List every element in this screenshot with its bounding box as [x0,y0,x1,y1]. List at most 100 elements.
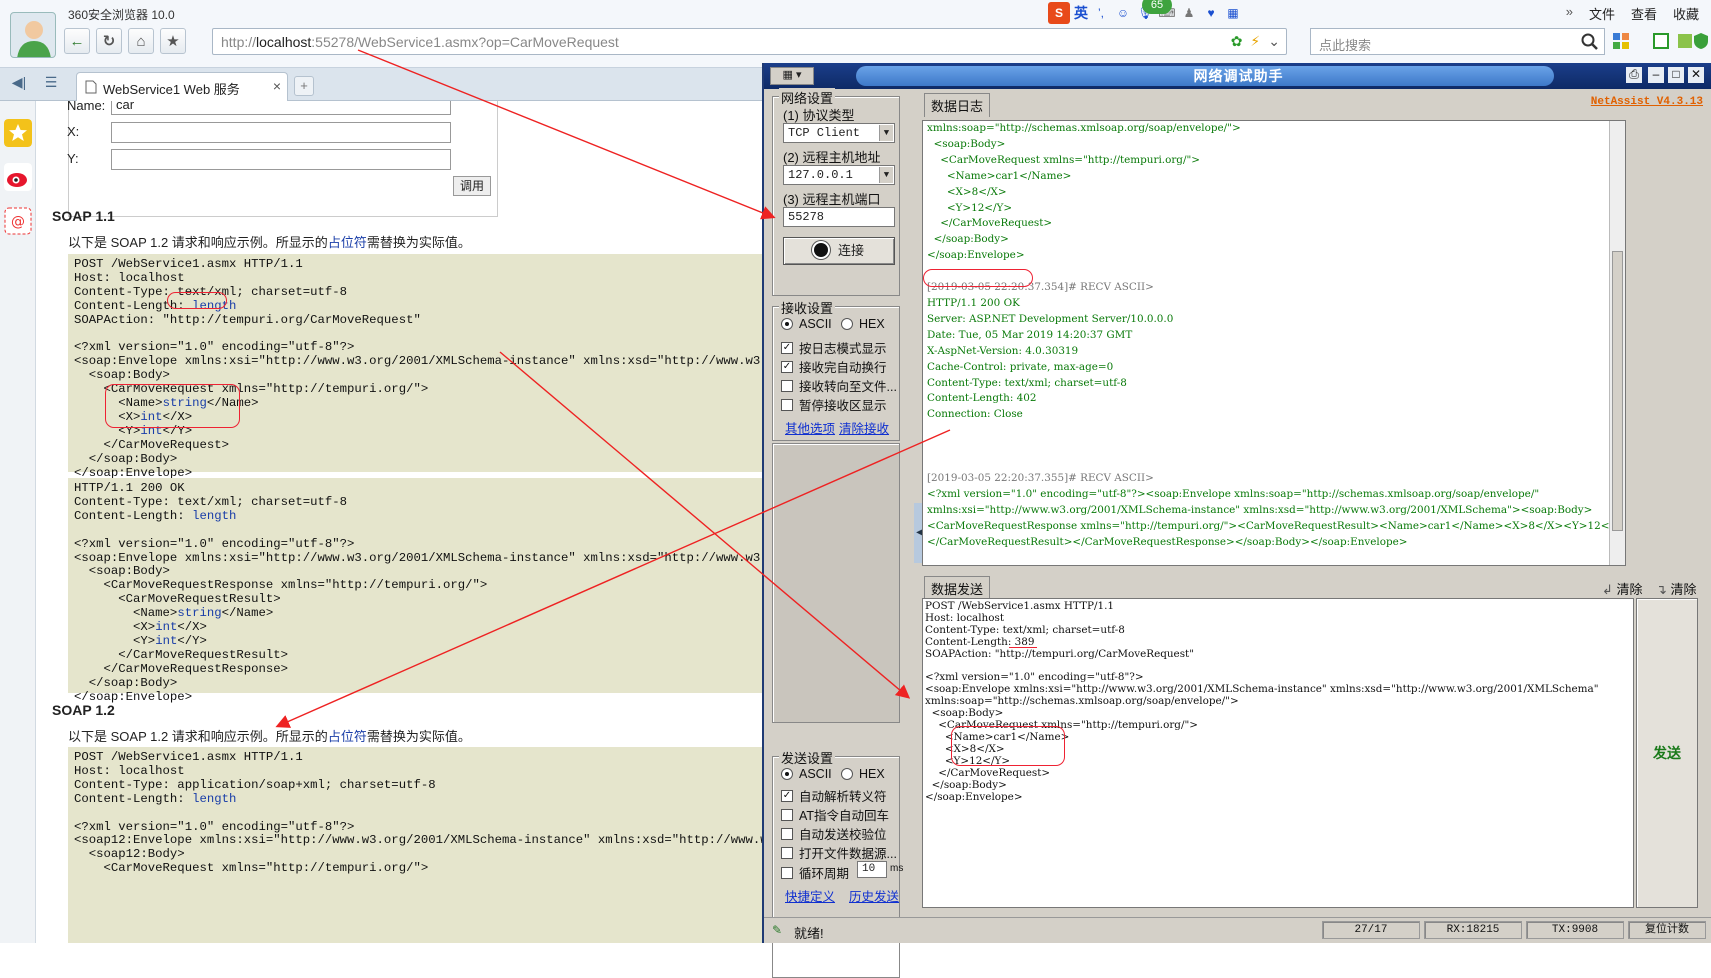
send-hex-radio[interactable]: HEX [841,767,885,781]
version-link[interactable]: NetAssist V4.3.13 [1591,96,1703,108]
annotation-underline [1009,647,1037,648]
home-icon: ⌂ [136,32,146,50]
tab-data-send[interactable]: 数据发送 [924,576,991,600]
favorites-star-icon[interactable] [4,119,32,147]
new-tab-button[interactable]: + [294,76,314,96]
log-line: Date: Tue, 05 Mar 2019 14:20:37 GMT [927,328,1133,341]
log-line: </soap:Envelope> [927,249,1025,262]
speed-icon[interactable]: ⚡ [1250,33,1260,50]
close-icon[interactable]: ✕ [1688,67,1704,83]
maximize-icon[interactable]: □ [1668,67,1684,83]
log-line: ​ [927,423,1625,439]
connect-status-icon [813,243,828,257]
network-settings-group: 网络设置 (1) 协议类型 TCP Client ▼ (2) 远程主机地址 127… [772,88,900,296]
shirt-icon[interactable]: ♥ [1202,4,1220,22]
back-button[interactable]: ← [64,28,90,54]
clear-send-button-2[interactable]: ↴ 清除 [1656,579,1697,598]
recv-to-file-checkbox[interactable]: 接收转向至文件... [781,376,897,395]
notification-badge[interactable]: 65 [1142,0,1172,14]
recv-log-mode-checkbox[interactable]: ✓ 按日志模式显示 [781,338,887,357]
log-line: Connection: Close [927,408,1023,421]
invoke-button[interactable]: 调用 [453,176,491,196]
name-input[interactable]: car [111,101,451,115]
loop-period-input[interactable]: 10 [857,861,887,878]
apps-icon[interactable] [1612,32,1630,50]
placeholder-link[interactable]: 占位符 [328,729,367,744]
placeholder-link[interactable]: 占位符 [328,235,367,250]
menu-favorites[interactable]: 收藏 [1673,4,1699,23]
tab-webservice1[interactable]: WebService1 Web 服务 × [76,72,288,101]
log-line: <?xml version="1.0" encoding="utf-8"?><s… [927,487,1540,500]
send-ascii-radio[interactable]: ASCII [781,767,832,781]
star-icon: ★ [166,33,180,50]
send-file-source-checkbox[interactable]: 打开文件数据源... [781,843,897,862]
send-at-cr-checkbox[interactable]: AT指令自动回车 [781,805,889,824]
send-text-area[interactable]: POST /WebService1.asmx HTTP/1.1 Host: loc… [922,598,1634,908]
tab-close-icon[interactable]: × [273,78,281,94]
protocol-select[interactable]: TCP Client ▼ [783,123,895,143]
sogou-icon[interactable]: S [1048,2,1070,24]
shield-icon[interactable] [1692,32,1710,50]
search-icon[interactable] [1580,32,1600,52]
search-box[interactable]: 点此搜索 [1310,28,1605,55]
recv-pause-checkbox[interactable]: 暂停接收区显示 [781,395,887,414]
send-loop-checkbox[interactable]: 循环周期 [781,863,849,882]
sidebar-toggle-icon[interactable]: ◀| [8,74,30,94]
shortcut-define-link[interactable]: 快捷定义 [785,886,835,905]
recv-ascii-radio[interactable]: ASCII [781,317,832,331]
address-url[interactable]: http://localhost:55278/WebService1.asmx?… [221,34,619,50]
browser-title: 360安全浏览器 10.0 [68,8,175,22]
reset-count-button[interactable]: 复位计数 [1628,921,1706,939]
punct-icon[interactable]: ’, [1092,4,1110,22]
status-icon: ✎ [772,923,783,937]
mail-icon[interactable]: @ [4,207,32,235]
browser-toolbar: 360安全浏览器 10.0 ← ↻ ⌂ ★ http://localhost:5… [0,0,1711,68]
send-line: </soap:Body> [925,778,1007,791]
log-scrollbar[interactable] [1609,121,1625,565]
log-line: ​ [927,455,1625,471]
grid-icon[interactable]: ▦ [1224,4,1242,22]
y-input[interactable] [111,149,451,170]
minimize-icon[interactable]: – [1648,67,1664,83]
ime-label[interactable]: 英 [1074,4,1088,22]
connect-button[interactable]: 连接 [783,237,895,265]
port-input[interactable]: 55278 [783,207,895,227]
clear-send-button-1[interactable]: ↲ 清除 [1602,579,1643,598]
menu-expand-icon[interactable]: » [1566,4,1573,23]
x-label: X: [67,124,80,139]
log-line: xmlns:xsi="http://www.w3.org/2001/XMLSch… [927,503,1593,516]
chevron-down-icon[interactable]: ⌄ [1268,33,1280,50]
soap12-request-code: POST /WebService1.asmx HTTP/1.1 Host: loc… [68,747,765,943]
favorite-button[interactable]: ★ [160,28,186,54]
log-line: </soap:Body> [927,233,1009,246]
address-bar[interactable]: http://localhost:55278/WebService1.asmx?… [212,28,1287,55]
pin-icon[interactable]: ⎙ [1626,67,1642,83]
security-icon[interactable]: ✿ [1231,33,1243,50]
status-rx: RX:18215 [1424,921,1522,939]
tab-list-icon[interactable]: ☰ [40,74,62,94]
clear-receive-link[interactable]: 清除接收 [839,418,889,437]
netassist-titlebar[interactable]: ▦ ▾ 网络调试助手 ⎙ – □ ✕ [764,63,1711,89]
send-history-link[interactable]: 历史发送 [849,886,899,905]
menu-view[interactable]: 查看 [1631,4,1657,23]
note-icon[interactable] [1652,32,1670,50]
search-input[interactable]: 点此搜索 [1319,35,1371,54]
receive-log-area[interactable]: xmlns:soap="http://schemas.xmlsoap.org/s… [922,120,1626,566]
refresh-button[interactable]: ↻ [96,28,122,54]
other-options-link[interactable]: 其他选项 [785,418,835,437]
x-input[interactable] [111,122,451,143]
recv-auto-newline-checkbox[interactable]: ✓ 接收完自动换行 [781,357,887,376]
menu-file[interactable]: 文件 [1589,4,1615,23]
smile-icon[interactable]: ☺ [1114,4,1132,22]
send-escape-checkbox[interactable]: ✓ 自动解析转义符 [781,786,887,805]
host-select[interactable]: 127.0.0.1 ▼ [783,165,895,185]
tab-data-log[interactable]: 数据日志 [924,93,991,117]
recv-hex-radio[interactable]: HEX [841,317,885,331]
weibo-icon[interactable] [4,163,32,191]
user-avatar[interactable] [10,12,56,58]
send-button[interactable]: 发送 [1636,598,1698,908]
send-checksum-checkbox[interactable]: 自动发送校验位 [781,824,887,843]
blank-panel [772,443,900,723]
users-icon[interactable]: ♟ [1180,4,1198,22]
home-button[interactable]: ⌂ [128,28,154,54]
